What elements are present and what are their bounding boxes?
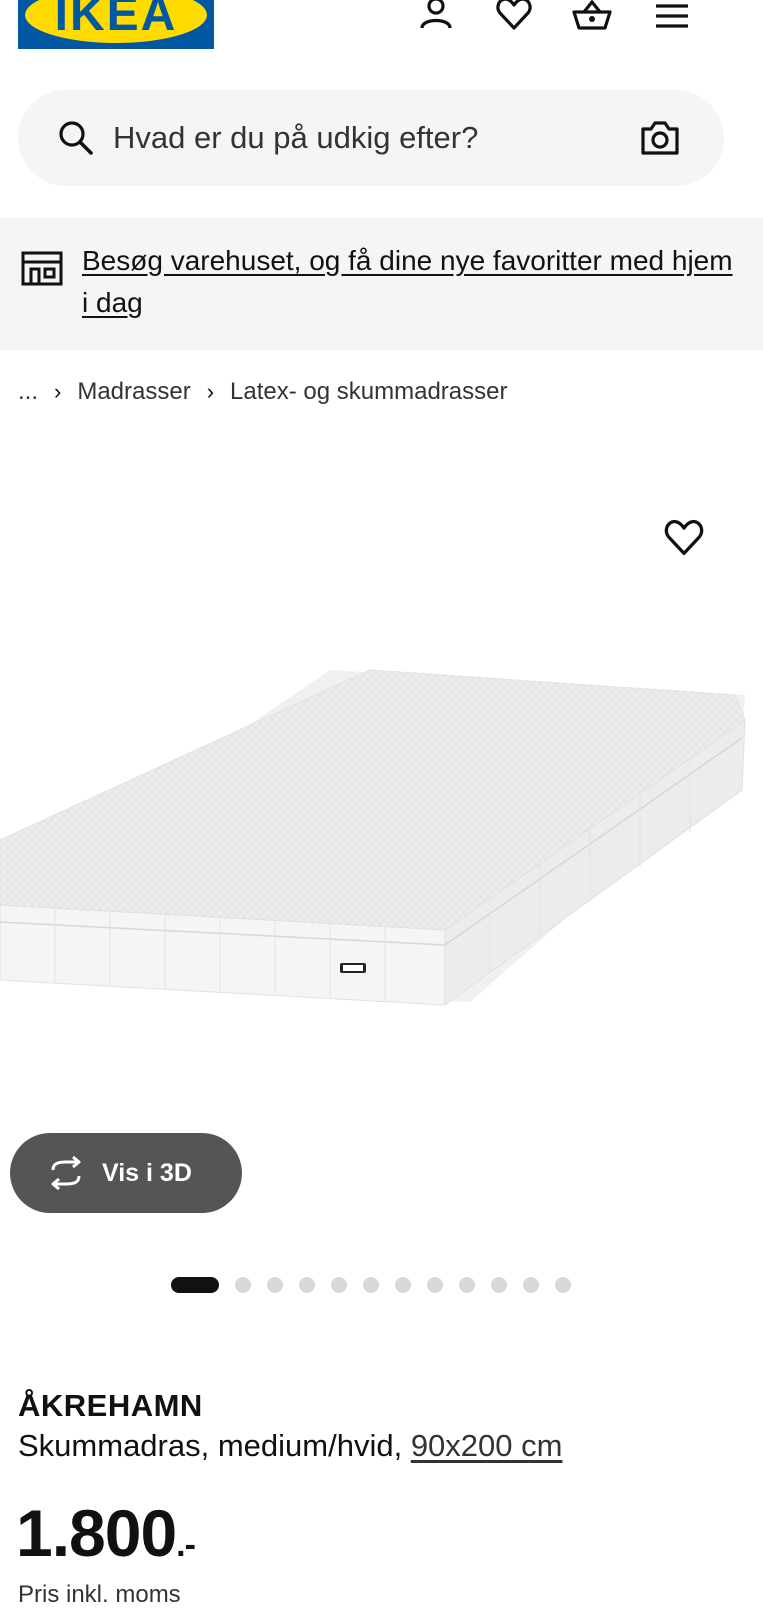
store-banner: Besøg varehuset, og få dine nye favoritt… [0,218,763,350]
breadcrumb-madrasser[interactable]: Madrasser [77,378,190,406]
pagination-dot[interactable] [363,1277,379,1293]
basket-icon[interactable] [572,0,612,34]
header: IKEA [0,0,763,80]
pagination-dot[interactable] [235,1277,251,1293]
store-visit-link[interactable]: Besøg varehuset, og få dine nye favoritt… [82,240,742,324]
pagination-dot[interactable] [555,1277,571,1293]
store-icon [21,251,63,286]
price-suffix: .- [176,1526,196,1564]
pagination-dot[interactable] [459,1277,475,1293]
menu-icon[interactable] [652,0,692,34]
breadcrumb-latex-skummadrasser[interactable]: Latex- og skummadrasser [230,378,507,406]
price-amount: 1.800 [16,1496,177,1570]
vat-note: Pris inkl. moms [18,1581,181,1608]
profile-icon[interactable] [416,0,456,34]
breadcrumb: ... › Madrasser › Latex- og skummadrasse… [18,374,508,410]
image-pagination-dots [171,1276,587,1294]
view-in-3d-label: Vis i 3D [102,1158,192,1187]
rotate-3d-icon [51,1155,81,1191]
pagination-dot[interactable] [267,1277,283,1293]
heart-icon[interactable] [494,0,534,34]
chevron-right-icon: › [206,379,215,404]
product-price: 1.800.- [16,1496,196,1581]
pagination-dot[interactable] [491,1277,507,1293]
pagination-dot[interactable] [299,1277,315,1293]
logo-text: IKEA [54,0,178,41]
pagination-dot[interactable] [395,1277,411,1293]
breadcrumb-ellipsis[interactable]: ... [18,378,38,406]
mattress-product-image [0,669,746,1006]
camera-icon[interactable] [640,118,680,158]
logo-oval: IKEA [25,0,207,43]
search-bar[interactable] [18,90,724,186]
product-name: ÅKREHAMN [18,1388,203,1423]
chevron-right-icon: › [54,379,62,404]
search-input[interactable] [113,114,613,162]
add-to-wishlist-heart-icon[interactable] [662,516,706,560]
product-image-gallery[interactable]: Vis i 3D [0,440,763,1240]
product-description: Skummadras, medium/hvid, 90x200 cm [18,1428,562,1464]
view-in-3d-button[interactable]: Vis i 3D [10,1133,242,1213]
product-type: Skummadras, medium/hvid, [18,1428,403,1463]
pagination-dot[interactable] [523,1277,539,1293]
pagination-dot[interactable] [331,1277,347,1293]
pagination-dot[interactable] [427,1277,443,1293]
pagination-dot-active[interactable] [171,1277,219,1293]
search-icon [59,121,93,155]
ikea-logo[interactable]: IKEA [18,0,214,49]
product-size-link[interactable]: 90x200 cm [411,1428,563,1463]
